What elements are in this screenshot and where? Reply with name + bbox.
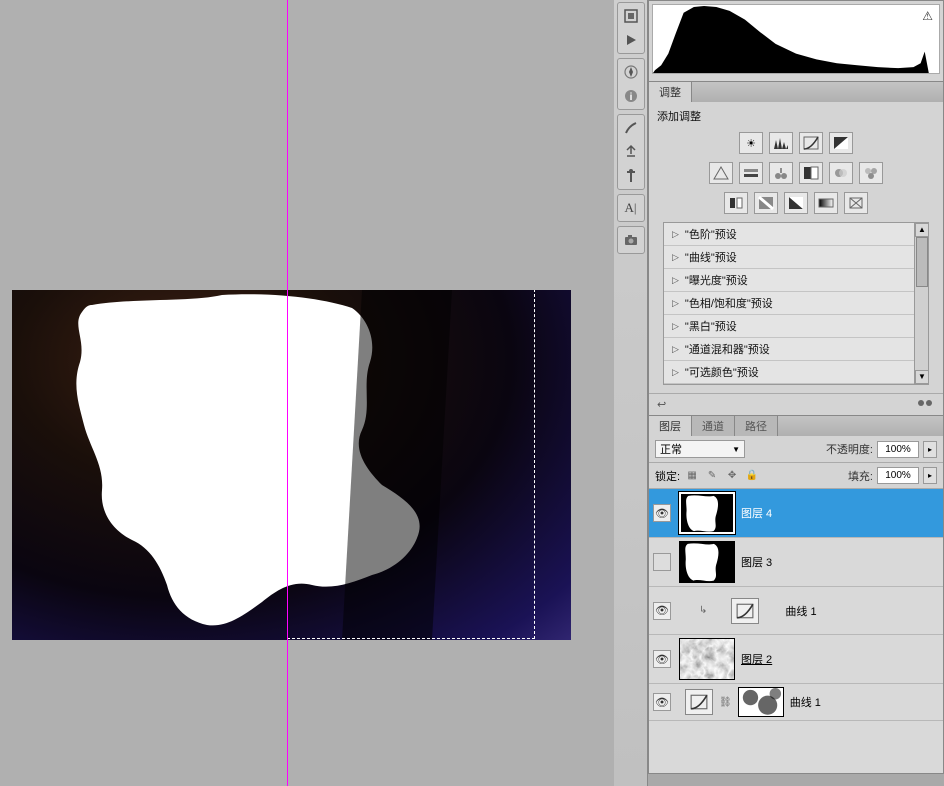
svg-text:i: i xyxy=(629,92,632,103)
tool-preset-icon[interactable] xyxy=(619,165,643,187)
tab-adjustments[interactable]: 调整 xyxy=(649,82,692,102)
tab-layers[interactable]: 图层 xyxy=(649,416,692,436)
layer-thumbnail[interactable] xyxy=(679,492,735,534)
adj-exposure-icon[interactable] xyxy=(829,132,853,154)
adj-levels-icon[interactable] xyxy=(769,132,793,154)
lock-label: 锁定: xyxy=(655,468,680,484)
layer-row[interactable]: 👁 图层 2 xyxy=(649,635,943,684)
visibility-toggle[interactable]: 👁 xyxy=(653,602,671,620)
info-icon[interactable]: i xyxy=(619,85,643,107)
preset-item[interactable]: ▷"通道混和器"预设 xyxy=(664,338,928,361)
preset-item[interactable]: ▷"可选颜色"预设 xyxy=(664,361,928,384)
lock-transparency-icon[interactable]: ▦ xyxy=(684,468,700,484)
adj-posterize-icon[interactable] xyxy=(754,192,778,214)
adjustment-thumbnail[interactable] xyxy=(731,598,759,624)
layer-row[interactable]: 👁 ↳ 曲线 1 xyxy=(649,587,943,635)
character-icon[interactable]: A| xyxy=(619,197,643,219)
brush-icon[interactable] xyxy=(619,117,643,139)
fill-label: 填充: xyxy=(848,468,873,484)
lock-all-icon[interactable]: 🔒 xyxy=(744,468,760,484)
layer-row[interactable]: 👁 图层 4 xyxy=(649,489,943,538)
preset-list: ▷"色阶"预设 ▷"曲线"预设 ▷"曝光度"预设 ▷"色相/饱和度"预设 ▷"黑… xyxy=(663,222,929,385)
tab-paths[interactable]: 路径 xyxy=(735,416,778,436)
fill-arrow-icon[interactable]: ▸ xyxy=(923,467,937,484)
preset-scrollbar[interactable]: ▲ ▼ xyxy=(914,223,928,384)
layer-name[interactable]: 图层 4 xyxy=(741,505,772,521)
link-icon: ⛓ xyxy=(719,697,732,708)
lock-position-icon[interactable]: ✥ xyxy=(724,468,740,484)
clone-source-icon[interactable] xyxy=(619,141,643,163)
history-icon[interactable] xyxy=(619,5,643,27)
layer-name[interactable]: 曲线 1 xyxy=(785,603,816,619)
histogram-svg xyxy=(653,5,939,73)
layer-row[interactable]: 👁 ⛓ 曲线 1 xyxy=(649,684,943,721)
layer-name[interactable]: 图层 2 xyxy=(741,651,772,667)
actions-icon[interactable] xyxy=(619,29,643,51)
opacity-arrow-icon[interactable]: ▸ xyxy=(923,441,937,458)
selection-marquee xyxy=(287,290,535,639)
layers-list: 👁 图层 4 图层 3 👁 ↳ 曲线 1 xyxy=(649,489,943,773)
preset-item[interactable]: ▷"色相/饱和度"预设 xyxy=(664,292,928,315)
adj-photofilter-icon[interactable] xyxy=(829,162,853,184)
opacity-input[interactable]: 100% xyxy=(877,441,919,458)
histogram-chart[interactable]: ⚠ xyxy=(652,4,940,74)
add-adjustment-label: 添加调整 xyxy=(657,108,935,124)
opacity-label: 不透明度: xyxy=(826,441,873,457)
adjustment-thumbnail[interactable] xyxy=(685,689,713,715)
blend-mode-select[interactable]: 正常▼ xyxy=(655,440,745,458)
layer-thumbnail[interactable] xyxy=(679,541,735,583)
navigator-icon[interactable] xyxy=(619,61,643,83)
camera-icon[interactable] xyxy=(619,229,643,251)
visibility-toggle[interactable] xyxy=(653,553,671,571)
adj-selectivecolor-icon[interactable] xyxy=(844,192,868,214)
adj-threshold-icon[interactable] xyxy=(784,192,808,214)
scroll-down-icon[interactable]: ▼ xyxy=(915,370,929,384)
adj-bw-icon[interactable] xyxy=(799,162,823,184)
adj-colorbalance-icon[interactable] xyxy=(769,162,793,184)
visibility-toggle[interactable]: 👁 xyxy=(653,693,671,711)
preset-item[interactable]: ▷"曝光度"预设 xyxy=(664,269,928,292)
adj-hue-icon[interactable] xyxy=(739,162,763,184)
adj-invert-icon[interactable] xyxy=(724,192,748,214)
clip-indicator-icon: ↳ xyxy=(699,605,707,616)
canvas-document[interactable] xyxy=(12,290,571,640)
layer-name[interactable]: 曲线 1 xyxy=(790,694,821,710)
adj-channelmixer-icon[interactable] xyxy=(859,162,883,184)
preset-item[interactable]: ▷"曲线"预设 xyxy=(664,246,928,269)
scroll-up-icon[interactable]: ▲ xyxy=(915,223,929,237)
adj-brightness-icon[interactable]: ☀ xyxy=(739,132,763,154)
layer-row[interactable]: 图层 3 xyxy=(649,538,943,587)
adj-curves-icon[interactable] xyxy=(799,132,823,154)
scroll-thumb[interactable] xyxy=(916,237,928,287)
lock-paint-icon[interactable]: ✎ xyxy=(704,468,720,484)
adjustments-panel: 调整 添加调整 ☀ xyxy=(648,82,944,416)
panel-dock: i A| xyxy=(614,0,648,786)
adj-expand-icon[interactable] xyxy=(917,397,935,412)
layers-panel: 图层 通道 路径 正常▼ 不透明度: 100% ▸ 锁定: ▦ ✎ ✥ 🔒 填充… xyxy=(648,416,944,774)
preset-item[interactable]: ▷"黑白"预设 xyxy=(664,315,928,338)
tab-channels[interactable]: 通道 xyxy=(692,416,735,436)
adj-gradientmap-icon[interactable] xyxy=(814,192,838,214)
visibility-toggle[interactable]: 👁 xyxy=(653,650,671,668)
canvas-area[interactable] xyxy=(0,0,614,786)
adj-vibrance-icon[interactable] xyxy=(709,162,733,184)
adj-return-icon[interactable]: ↩ xyxy=(657,398,666,411)
visibility-toggle[interactable]: 👁 xyxy=(653,504,671,522)
histogram-warning-icon[interactable]: ⚠ xyxy=(922,9,933,23)
fill-input[interactable]: 100% xyxy=(877,467,919,484)
layer-thumbnail[interactable] xyxy=(679,638,735,680)
preset-item[interactable]: ▷"色阶"预设 xyxy=(664,223,928,246)
histogram-panel: ⚠ xyxy=(648,0,944,82)
mask-thumbnail[interactable] xyxy=(738,687,784,717)
layer-name[interactable]: 图层 3 xyxy=(741,554,772,570)
guide-vertical[interactable] xyxy=(287,0,288,786)
